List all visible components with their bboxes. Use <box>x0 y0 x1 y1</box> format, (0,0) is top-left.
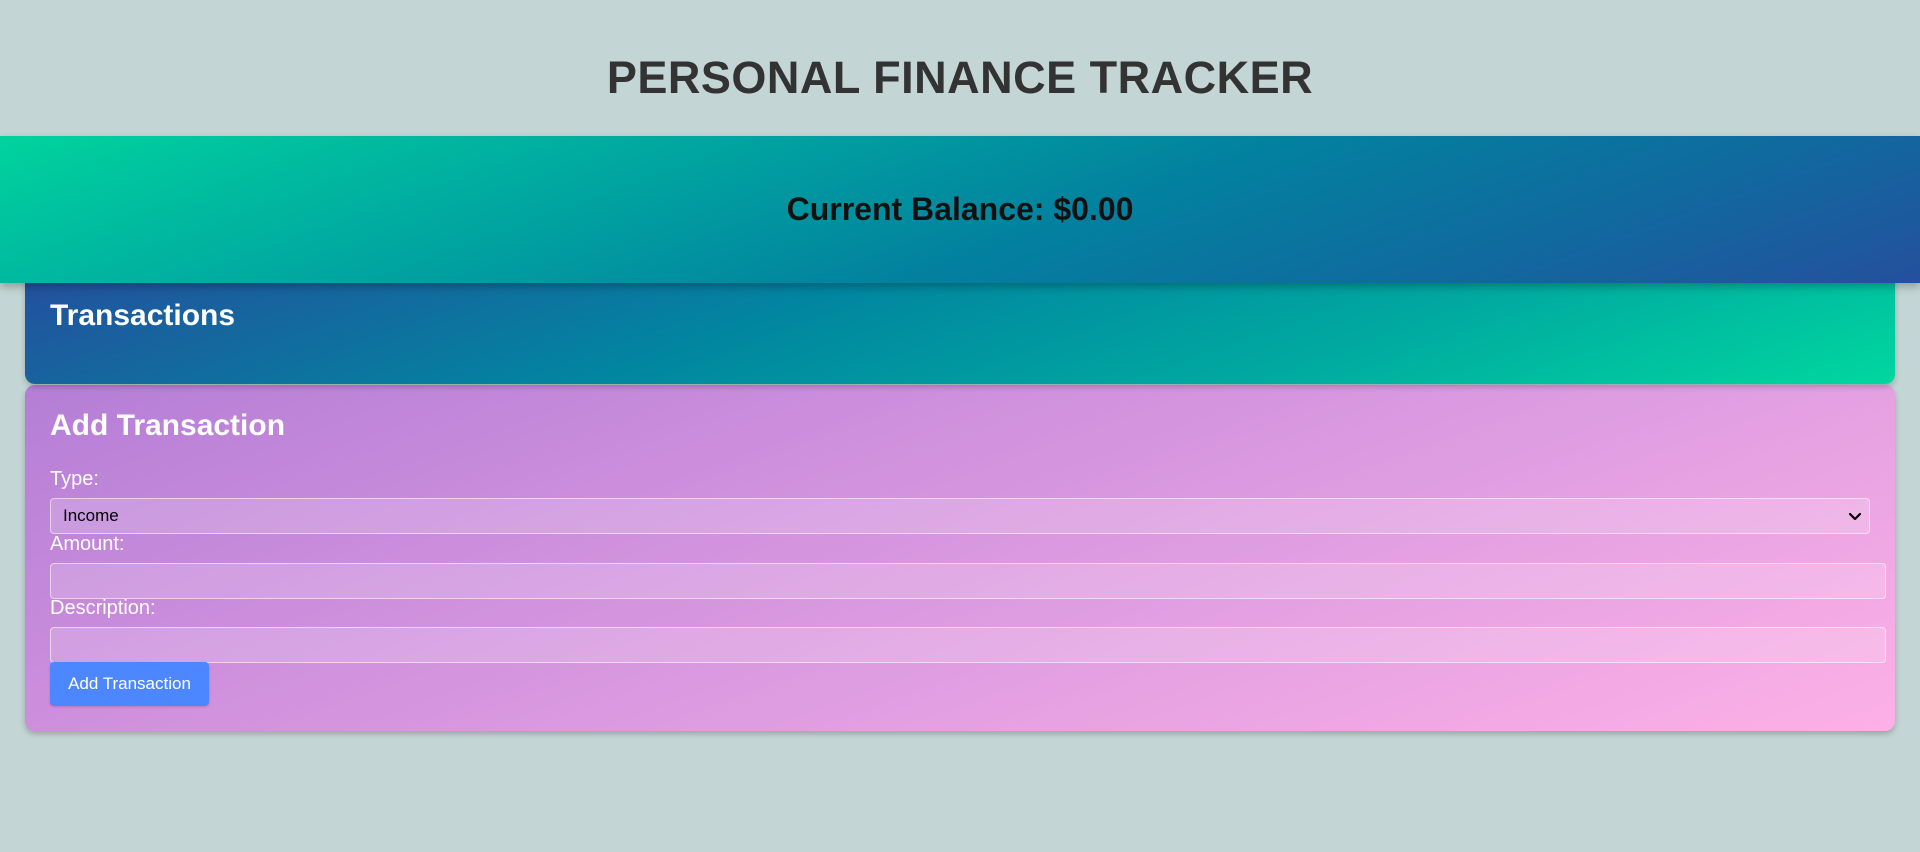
chevron-down-icon <box>1848 512 1862 521</box>
type-select[interactable]: Income <box>50 498 1870 534</box>
app-header: PERSONAL FINANCE TRACKER <box>0 0 1920 136</box>
page-title: PERSONAL FINANCE TRACKER <box>606 52 1314 103</box>
transactions-panel: Transactions <box>25 270 1895 384</box>
description-input[interactable] <box>50 627 1886 663</box>
type-select-value: Income <box>63 506 119 525</box>
current-balance: Current Balance: $0.00 <box>786 191 1134 227</box>
amount-input[interactable] <box>50 563 1886 599</box>
balance-banner: Current Balance: $0.00 <box>0 136 1920 283</box>
transactions-title: Transactions <box>50 299 236 332</box>
add-transaction-button[interactable]: Add Transaction <box>50 662 209 706</box>
type-label: Type: <box>50 468 99 490</box>
description-label: Description: <box>50 597 156 619</box>
add-transaction-panel: Add Transaction Type: Income Amount: Des… <box>25 385 1895 731</box>
amount-label: Amount: <box>50 533 125 555</box>
add-transaction-title: Add Transaction <box>50 409 286 442</box>
